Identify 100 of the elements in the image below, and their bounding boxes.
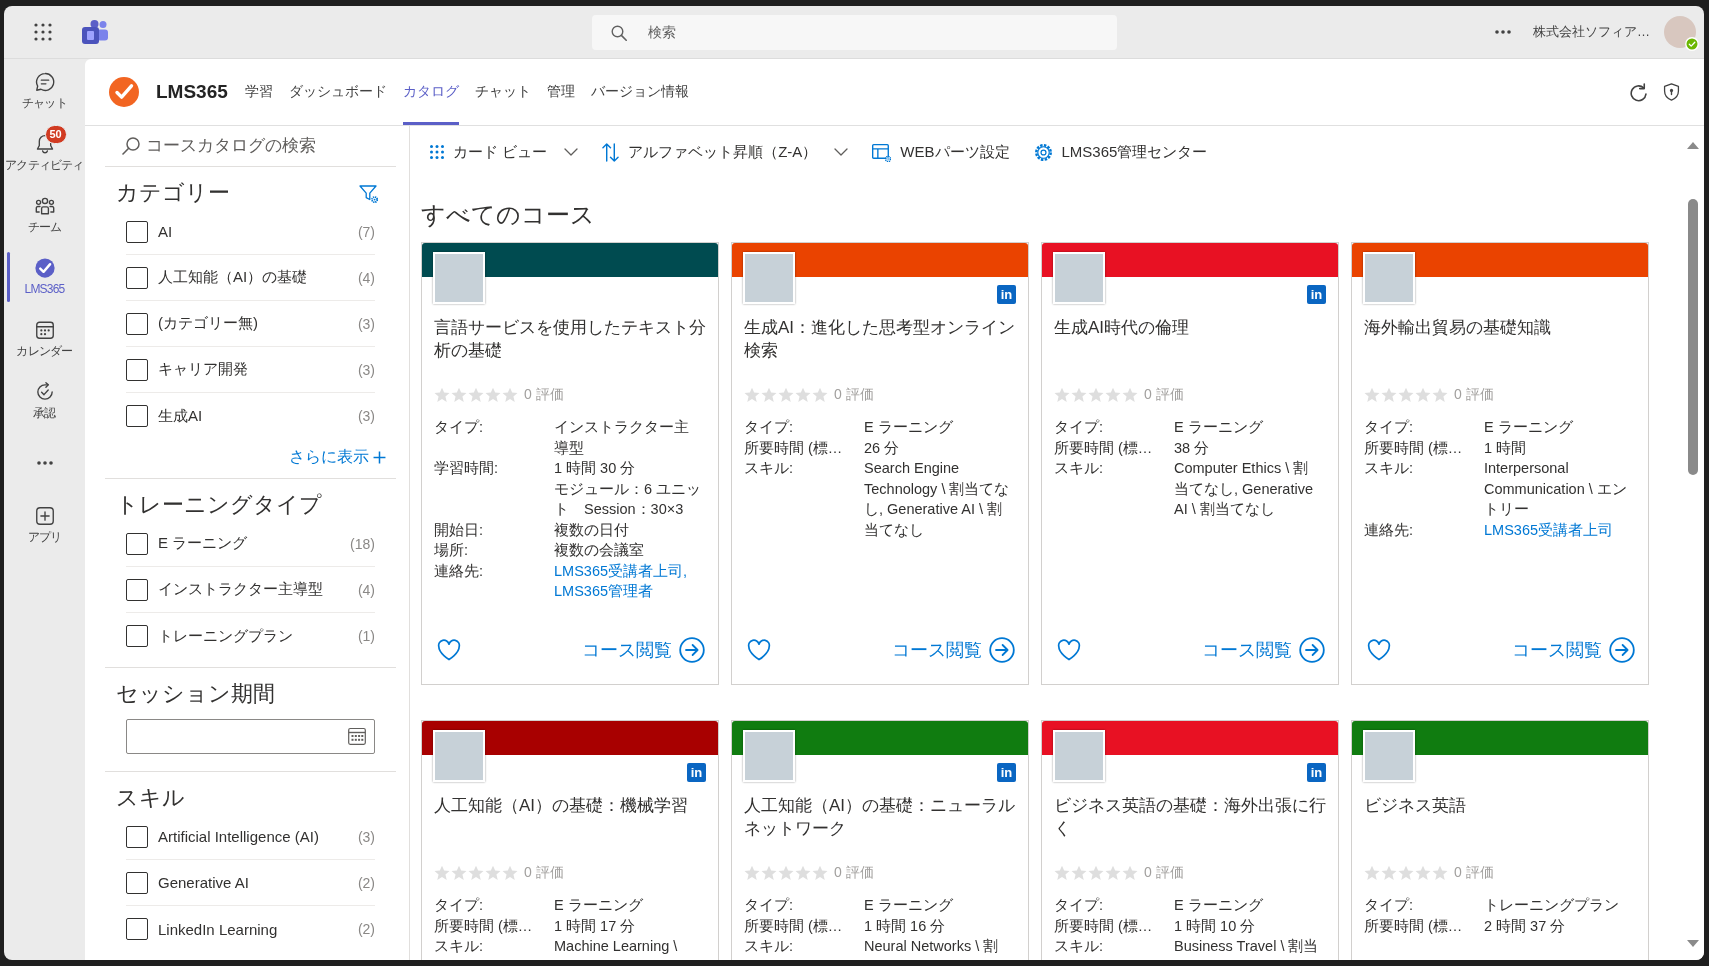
- scroll-down-icon[interactable]: [1687, 940, 1699, 947]
- filter-option-label[interactable]: AI: [158, 223, 173, 240]
- checkbox[interactable]: [126, 918, 148, 940]
- filter-option-label[interactable]: 人工知能（AI）の基礎: [158, 268, 308, 287]
- course-image-placeholder: [743, 730, 795, 782]
- heart-icon[interactable]: [1367, 639, 1391, 661]
- filter-option-label[interactable]: Artificial Intelligence (AI): [158, 828, 319, 845]
- checkbox[interactable]: [126, 578, 148, 601]
- nav-tab[interactable]: バージョン情報: [590, 59, 689, 125]
- option-count: (3): [357, 315, 375, 332]
- detail-value: E ラーニング: [1174, 418, 1263, 437]
- filter-option-label[interactable]: トレーニングプラン: [158, 626, 293, 646]
- toolbar-button[interactable]: LMS365管理センター: [1033, 142, 1208, 162]
- toolbar-button[interactable]: WEBパーツ設定: [872, 142, 1010, 162]
- nav-tab[interactable]: 管理: [546, 59, 575, 125]
- source-badge: in: [1307, 285, 1326, 304]
- heart-icon[interactable]: [747, 639, 771, 661]
- app-bar-button[interactable]: カレンダー: [4, 308, 85, 370]
- app-bar-button[interactable]: 承認: [4, 370, 85, 432]
- star-icon: [468, 387, 484, 403]
- show-more-link[interactable]: さらに表示: [289, 446, 386, 468]
- detail-label: 所要時間 (標…: [744, 438, 844, 458]
- nav-tab[interactable]: カタログ: [402, 59, 459, 125]
- checkbox[interactable]: [126, 532, 148, 555]
- option-count: (3): [357, 408, 375, 424]
- app-bar-button[interactable]: チャット: [4, 60, 85, 122]
- detail-label: スキル:: [1054, 937, 1105, 956]
- refresh-icon[interactable]: [1628, 82, 1647, 102]
- filter-option-label[interactable]: LinkedIn Learning: [158, 920, 278, 938]
- heart-icon[interactable]: [437, 639, 461, 661]
- toolbar-button[interactable]: カード ビュー: [430, 142, 579, 162]
- checkbox[interactable]: [126, 625, 148, 647]
- app-bar-button[interactable]: チーム: [4, 184, 85, 246]
- app-bar-button[interactable]: 50 アクティビティ: [4, 122, 85, 184]
- star-icon: [744, 387, 760, 403]
- view-course-link[interactable]: コース閲覧: [1512, 637, 1635, 663]
- scrollbar-thumb[interactable]: [1688, 199, 1698, 475]
- app-logo-icon[interactable]: [82, 20, 108, 44]
- waffle-menu-icon[interactable]: [34, 23, 52, 41]
- course-title[interactable]: 人工知能（AI）の基礎：ニューラルネットワーク: [744, 794, 1016, 840]
- contact-link[interactable]: LMS365受講者上司, LMS365管理者: [554, 560, 702, 602]
- shield-icon[interactable]: [1663, 83, 1680, 101]
- nav-tab[interactable]: ダッシュボード: [288, 59, 387, 125]
- course-title[interactable]: 生成AI時代の倫理: [1054, 316, 1326, 362]
- arrow-circle-icon: [1299, 637, 1325, 663]
- calendar-icon[interactable]: [348, 727, 366, 745]
- view-course-link[interactable]: コース閲覧: [582, 637, 705, 663]
- checkbox[interactable]: [126, 825, 148, 848]
- view-course-link[interactable]: コース閲覧: [892, 637, 1015, 663]
- nav-tab[interactable]: 学習: [244, 59, 273, 125]
- filter-option-label[interactable]: Generative AI: [158, 874, 249, 891]
- checkbox[interactable]: [126, 358, 148, 381]
- heart-icon[interactable]: [1057, 639, 1081, 661]
- course-title[interactable]: 人工知能（AI）の基礎：機械学習: [434, 794, 706, 840]
- plus-icon: [373, 450, 386, 464]
- filter-option-label[interactable]: キャリア開発: [158, 360, 248, 379]
- filter-option-label[interactable]: E ラーニング: [158, 534, 248, 553]
- checkbox[interactable]: [126, 266, 148, 289]
- detail-value: インストラクター主導型: [554, 418, 690, 458]
- detail-value: Machine Learning \: [554, 937, 678, 956]
- rating-count: 0 評価: [834, 864, 874, 882]
- contact-link[interactable]: LMS365受講者上司: [1484, 519, 1613, 540]
- star-icon: [778, 865, 794, 881]
- scroll-up-icon[interactable]: [1687, 142, 1699, 149]
- checkbox[interactable]: [126, 405, 148, 427]
- star-icon: [744, 865, 760, 881]
- course-title[interactable]: ビジネス英語の基礎：海外出張に行く: [1054, 794, 1326, 840]
- star-icon: [1415, 387, 1431, 403]
- course-title[interactable]: 海外輸出貿易の基礎知識: [1364, 316, 1636, 362]
- course-title[interactable]: 生成AI：進化した思考型オンライン検索: [744, 316, 1016, 362]
- nav-tab[interactable]: チャット: [474, 59, 531, 125]
- date-field[interactable]: [126, 719, 375, 754]
- course-title[interactable]: ビジネス英語: [1364, 794, 1636, 840]
- star-icon: [795, 387, 811, 403]
- checkmark-circle-icon: [33, 257, 56, 279]
- detail-value: Interpersonal Communication \ エントリー: [1484, 459, 1628, 519]
- checkbox[interactable]: [126, 871, 148, 894]
- view-course-link[interactable]: コース閲覧: [1202, 637, 1325, 663]
- detail-label: 所要時間 (標…: [1054, 438, 1154, 458]
- search-field[interactable]: コースカタログの検索: [146, 136, 396, 156]
- toolbar-button[interactable]: アルファベット昇順（Z-A）: [602, 142, 849, 162]
- course-title[interactable]: 言語サービスを使用したテキスト分析の基礎: [434, 316, 706, 362]
- organization-name[interactable]: 株式会社ソフィア…: [1533, 23, 1650, 41]
- star-icon: [812, 387, 828, 403]
- app-bar-button[interactable]: アプリ: [4, 494, 85, 556]
- source-badge: in: [1307, 763, 1326, 782]
- detail-label: スキル:: [744, 459, 795, 478]
- detail-value: 1 時間: [1484, 438, 1527, 458]
- detail-label: 所要時間 (標…: [1364, 438, 1464, 458]
- detail-label: タイプ:: [744, 418, 795, 437]
- filter-option-label[interactable]: 生成AI: [158, 406, 203, 426]
- more-icon[interactable]: [1495, 30, 1511, 34]
- filter-option-label[interactable]: インストラクター主導型: [158, 580, 323, 599]
- detail-value: 1 時間 30 分: [554, 459, 636, 478]
- search-field[interactable]: 検索: [591, 14, 1117, 50]
- checkbox[interactable]: [126, 220, 148, 243]
- filter-option-label[interactable]: (カテゴリー無): [158, 314, 258, 333]
- app-bar-button[interactable]: LMS365: [4, 246, 85, 308]
- checkbox[interactable]: [126, 312, 148, 335]
- filter-icon[interactable]: [359, 183, 378, 203]
